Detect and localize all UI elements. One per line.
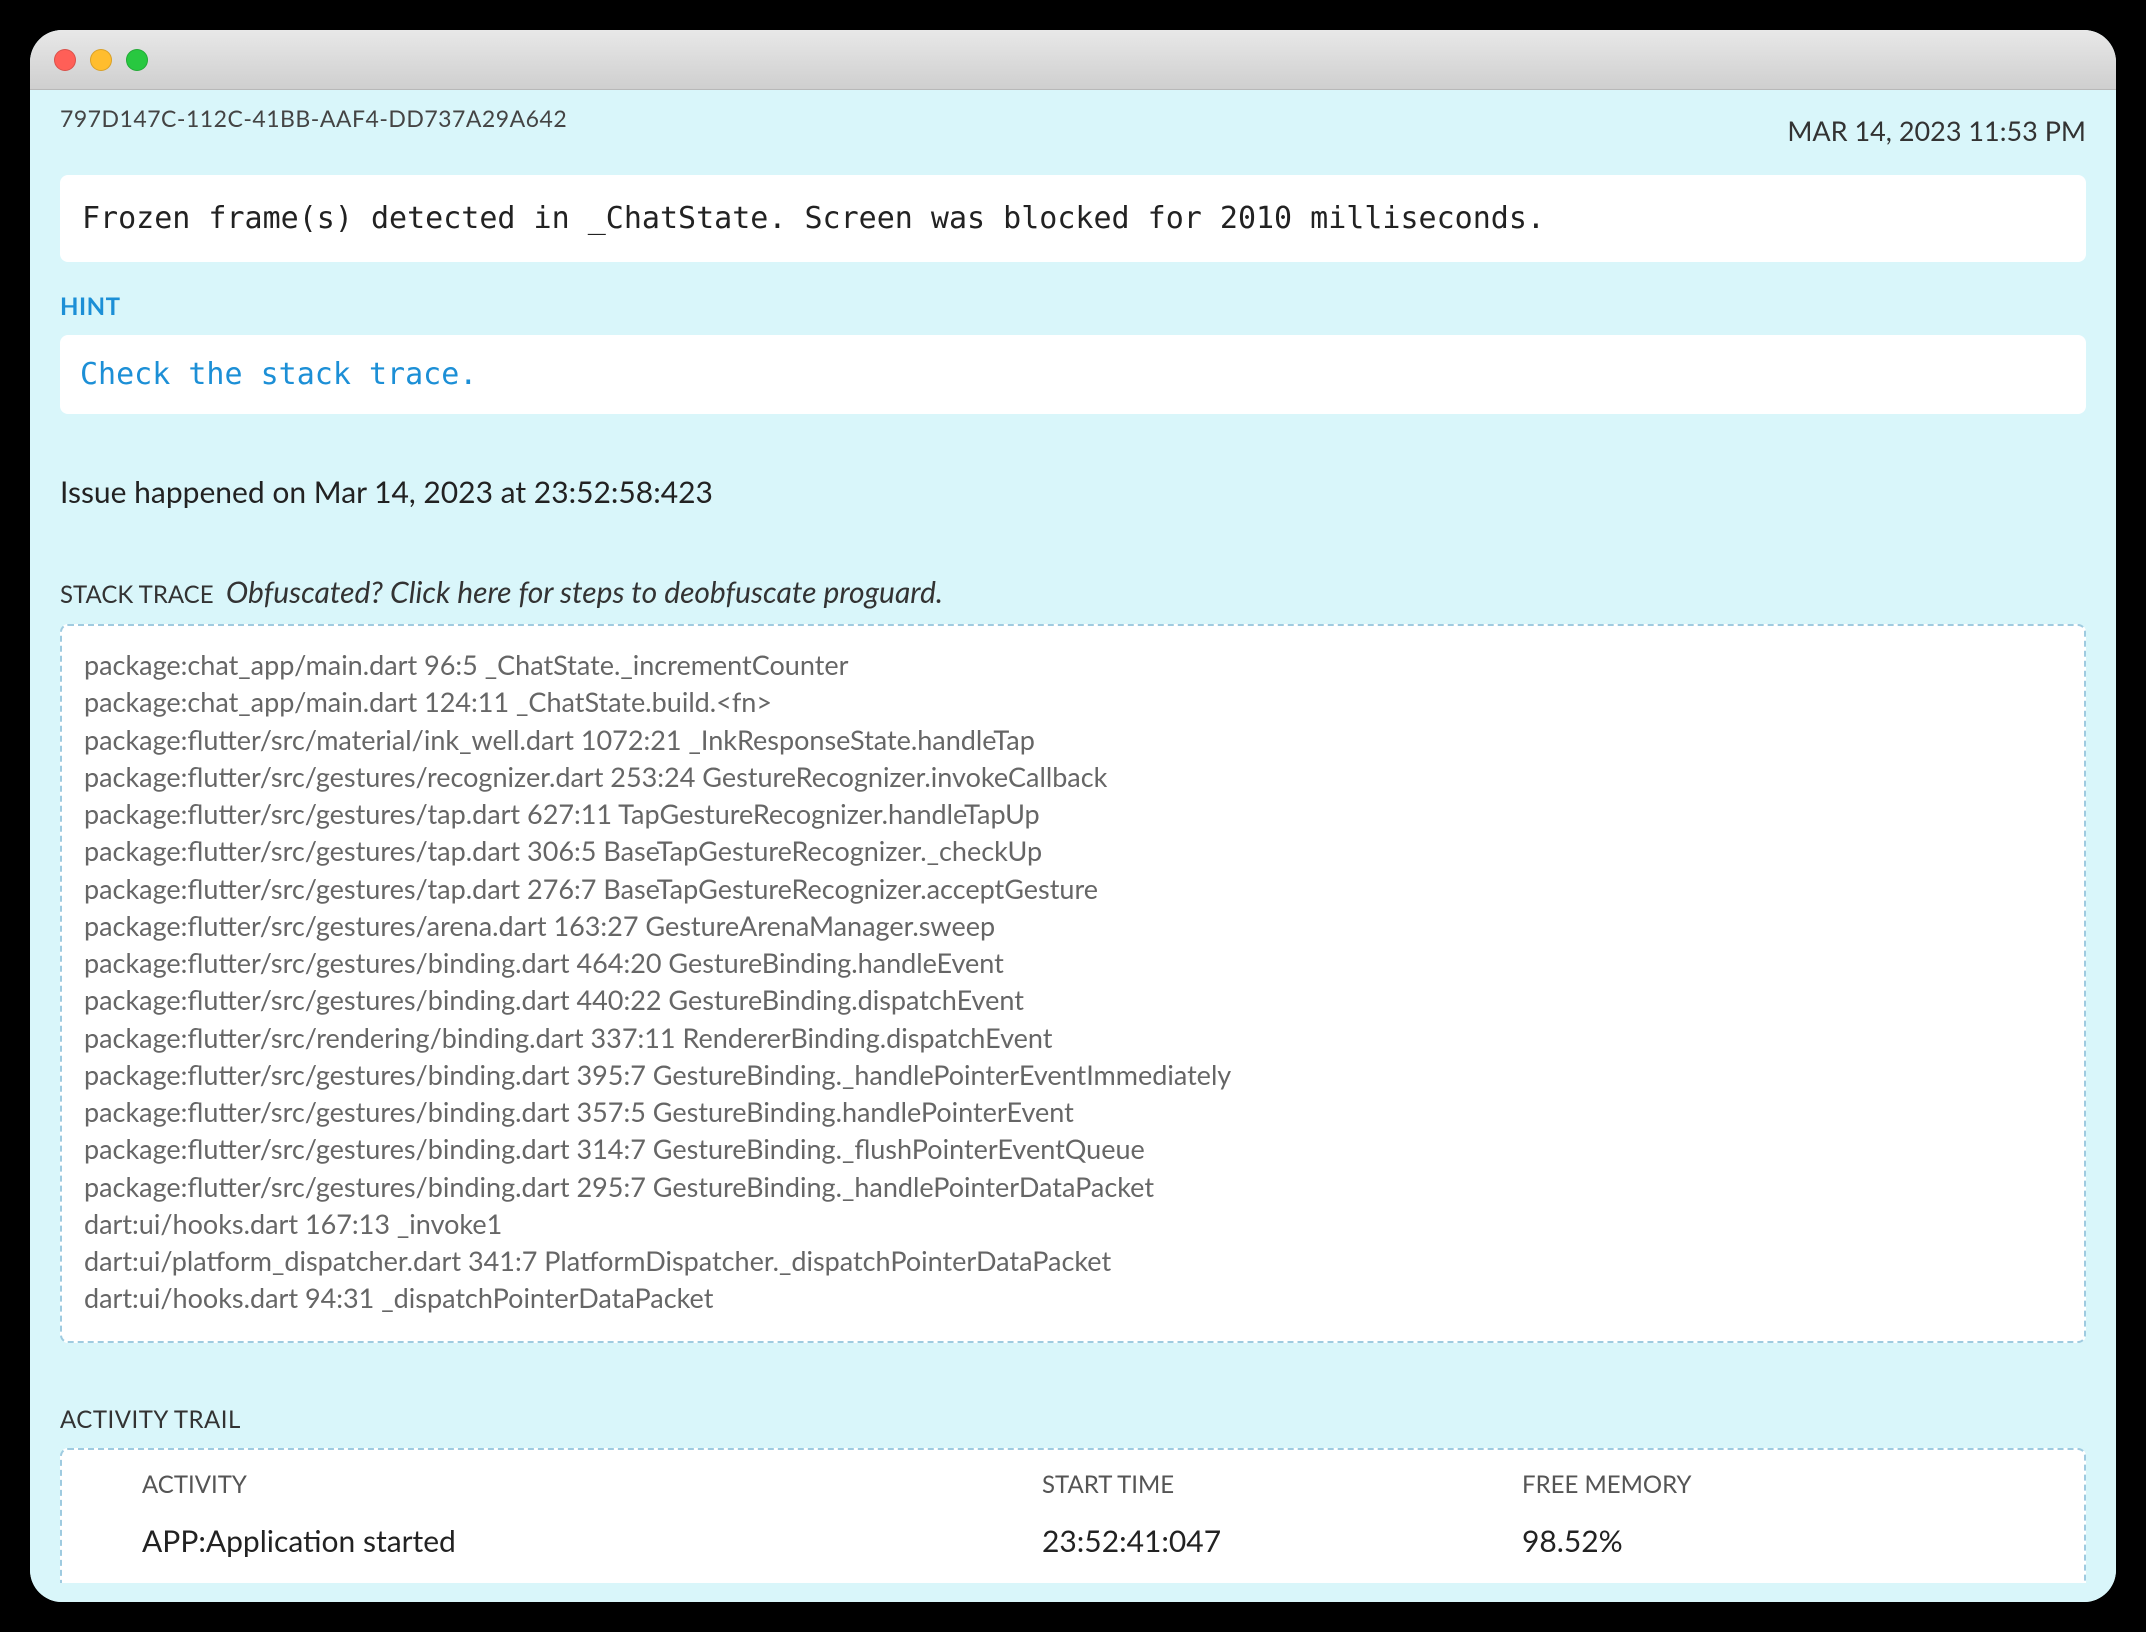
- stack-trace-line: package:chat_app/main.dart 124:11 _ChatS…: [84, 683, 2062, 720]
- activity-cell-activity: APP:Application started: [62, 1523, 1042, 1559]
- stack-trace-line: package:flutter/src/gestures/binding.dar…: [84, 1093, 2062, 1130]
- stack-trace-line: package:flutter/src/gestures/arena.dart …: [84, 907, 2062, 944]
- stack-trace-line: package:flutter/src/gestures/recognizer.…: [84, 758, 2062, 795]
- stack-trace-line: package:flutter/src/gestures/binding.dar…: [84, 1130, 2062, 1167]
- zoom-icon[interactable]: [126, 49, 148, 71]
- content-area: 797D147C-112C-41BB-AAF4-DD737A29A642 MAR…: [30, 90, 2116, 1602]
- activity-header-start: START TIME: [1042, 1470, 1522, 1499]
- activity-header-activity: ACTIVITY: [62, 1470, 1042, 1499]
- activity-row: APP:Application started23:52:41:04798.52…: [62, 1513, 2084, 1583]
- stack-trace-line: package:flutter/src/gestures/binding.dar…: [84, 1056, 2062, 1093]
- stack-trace-line: package:flutter/src/gestures/binding.dar…: [84, 1168, 2062, 1205]
- activity-header-row: ACTIVITY START TIME FREE MEMORY: [62, 1450, 2084, 1513]
- activity-cell-start: 23:52:41:047: [1042, 1523, 1522, 1559]
- hint-box: Check the stack trace.: [60, 335, 2086, 414]
- stack-trace-line: package:flutter/src/gestures/tap.dart 62…: [84, 795, 2062, 832]
- stack-trace-line: package:flutter/src/material/ink_well.da…: [84, 721, 2062, 758]
- activity-trail-label: ACTIVITY TRAIL: [60, 1405, 2086, 1434]
- issue-time-line: Issue happened on Mar 14, 2023 at 23:52:…: [60, 474, 2086, 510]
- error-message-box: Frozen frame(s) detected in _ChatState. …: [60, 175, 2086, 262]
- titlebar: [30, 30, 2116, 90]
- deobfuscate-link[interactable]: Obfuscated? Click here for steps to deob…: [226, 574, 943, 610]
- stack-trace-line: package:flutter/src/gestures/binding.dar…: [84, 944, 2062, 981]
- app-window: 797D147C-112C-41BB-AAF4-DD737A29A642 MAR…: [30, 30, 2116, 1602]
- issue-timestamp: MAR 14, 2023 11:53 PM: [1787, 104, 2086, 147]
- stack-trace-line: dart:ui/hooks.dart 94:31 _dispatchPointe…: [84, 1279, 2062, 1316]
- hint-label: HINT: [60, 292, 2086, 321]
- stack-trace-header: STACK TRACE Obfuscated? Click here for s…: [60, 574, 2086, 610]
- stack-trace-line: package:chat_app/main.dart 96:5 _ChatSta…: [84, 646, 2062, 683]
- stack-trace-line: package:flutter/src/rendering/binding.da…: [84, 1019, 2062, 1056]
- stack-trace-line: dart:ui/platform_dispatcher.dart 341:7 P…: [84, 1242, 2062, 1279]
- stack-trace-line: dart:ui/hooks.dart 167:13 _invoke1: [84, 1205, 2062, 1242]
- stack-trace-line: package:flutter/src/gestures/tap.dart 27…: [84, 870, 2062, 907]
- stack-trace-box: package:chat_app/main.dart 96:5 _ChatSta…: [60, 624, 2086, 1343]
- stack-trace-label: STACK TRACE: [60, 580, 214, 609]
- activity-trail-box: ACTIVITY START TIME FREE MEMORY APP:Appl…: [60, 1448, 2086, 1583]
- issue-id: 797D147C-112C-41BB-AAF4-DD737A29A642: [60, 104, 567, 132]
- activity-header-mem: FREE MEMORY: [1522, 1470, 2084, 1499]
- close-icon[interactable]: [54, 49, 76, 71]
- stack-trace-line: package:flutter/src/gestures/binding.dar…: [84, 981, 2062, 1018]
- minimize-icon[interactable]: [90, 49, 112, 71]
- activity-cell-mem: 98.52%: [1522, 1523, 2084, 1559]
- stack-trace-line: package:flutter/src/gestures/tap.dart 30…: [84, 832, 2062, 869]
